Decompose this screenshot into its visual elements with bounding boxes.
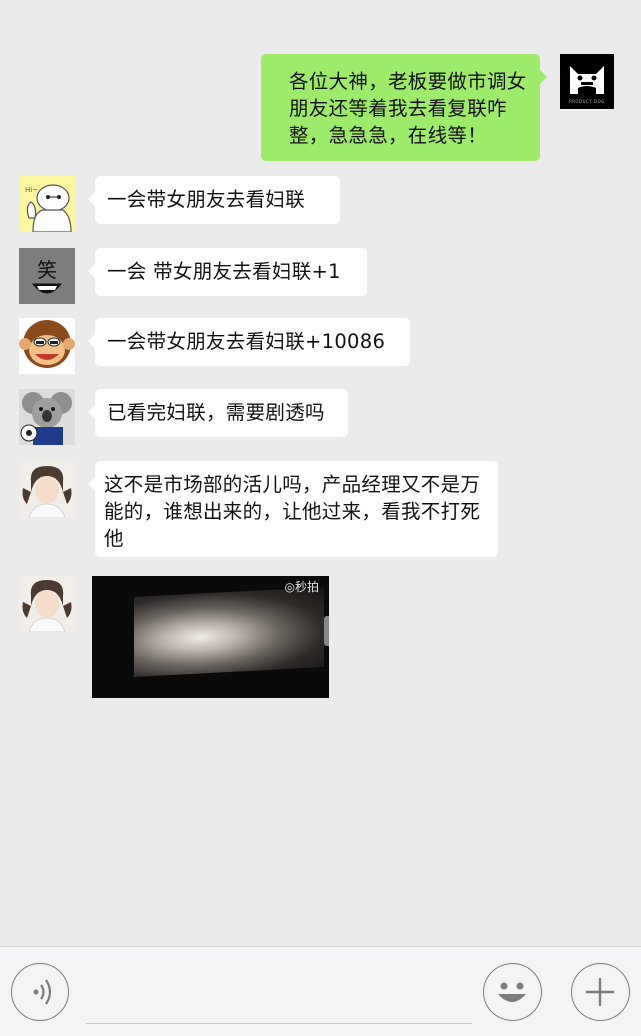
- message-bubble[interactable]: 一会 带女朋友去看妇联+1: [88, 248, 367, 296]
- dog-logo-text: PRODUCT DOG: [569, 99, 605, 104]
- koala-icon: [19, 389, 75, 445]
- emoji-icon: [498, 982, 526, 1002]
- girl-photo-icon: [19, 462, 75, 518]
- message-bubble-sent[interactable]: 各位大神，老板要做市调女朋友还等着我去看复联咋整，急急急，在线等！: [261, 54, 547, 161]
- chat-area: 各位大神，老板要做市调女朋友还等着我去看复联咋整，急急急，在线等！ PRODUC…: [0, 0, 641, 946]
- girl-avatar[interactable]: [19, 462, 75, 518]
- message-bubble[interactable]: 这不是市场部的活儿吗，产品经理又不是万能的，谁想出来的，让他过来，看我不打死他: [88, 461, 498, 557]
- message-bubble[interactable]: 已看完妇联，需要剧透吗: [88, 389, 348, 437]
- svg-text:Hi~: Hi~: [25, 186, 38, 194]
- girl-photo-icon: [19, 576, 75, 632]
- monkey-avatar[interactable]: [19, 318, 75, 374]
- video-watermark: ◎秒拍: [284, 580, 319, 594]
- koala-avatar[interactable]: [19, 389, 75, 445]
- video-side-handle: [324, 616, 329, 646]
- video-thumbnail: [134, 587, 324, 677]
- laugh-face-avatar[interactable]: 笑: [19, 248, 75, 304]
- voice-button[interactable]: [11, 963, 69, 1021]
- message-input[interactable]: [86, 965, 472, 1024]
- message-bubble[interactable]: 一会带女朋友去看妇联: [88, 176, 340, 224]
- plus-icon: [586, 978, 614, 1006]
- emoji-button[interactable]: [483, 963, 542, 1021]
- baymax-avatar[interactable]: Hi~: [19, 176, 75, 232]
- project-dog-avatar[interactable]: PRODUCT DOG: [560, 54, 614, 109]
- message-bubble[interactable]: 一会带女朋友去看妇联+10086: [88, 318, 410, 366]
- laugh-character: 笑: [37, 258, 57, 282]
- girl-avatar[interactable]: [19, 576, 75, 632]
- plus-button[interactable]: [571, 963, 630, 1021]
- monkey-icon: [19, 318, 75, 374]
- video-message[interactable]: ◎秒拍: [92, 576, 329, 698]
- voice-icon: [33, 979, 52, 1005]
- baymax-icon: Hi~: [19, 176, 75, 232]
- input-bar: [0, 946, 641, 1036]
